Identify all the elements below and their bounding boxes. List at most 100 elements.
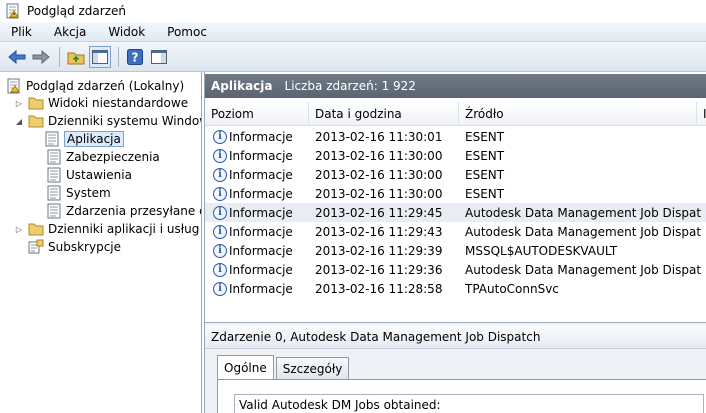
level-cell: i Informacje xyxy=(213,241,309,260)
log-icon xyxy=(47,203,61,219)
tree-log-system[interactable]: System xyxy=(46,184,111,202)
date-cell: 2013-02-16 11:29:36 xyxy=(315,262,443,277)
expand-icon[interactable]: ▷ xyxy=(14,224,24,234)
pane-title: Aplikacja xyxy=(211,79,273,93)
results-pane: Aplikacja Liczba zdarzeń: 1 922 Poziom D… xyxy=(204,72,706,413)
show-hide-tree-button[interactable] xyxy=(89,45,111,68)
table-row[interactable]: i Informacje 2013-02-16 11:29:39 MSSQL$AUTO… xyxy=(205,241,706,260)
info-icon: i xyxy=(213,167,227,182)
level-cell: i Informacje xyxy=(213,165,309,184)
source-cell: ESENT xyxy=(465,186,505,201)
event-viewer-icon xyxy=(7,78,20,94)
show-hide-action-pane-button[interactable] xyxy=(148,46,170,68)
info-icon: i xyxy=(213,224,227,239)
level-cell: i Informacje xyxy=(213,184,309,203)
level-cell: i Informacje xyxy=(213,203,309,222)
tree-app-logs[interactable]: ▷ Dzienniki aplikacji i usług xyxy=(14,220,199,238)
source-cell: Autodesk Data Management Job Dispatch xyxy=(465,205,701,220)
event-details-pane: Zdarzenie 0, Autodesk Data Management Jo… xyxy=(205,322,706,413)
level-text: Informacje xyxy=(229,281,293,296)
title-bar: Podgląd zdarzeń xyxy=(0,0,706,22)
date-cell: 2013-02-16 11:30:01 xyxy=(315,129,443,144)
help-button[interactable]: ? xyxy=(124,46,146,68)
tree-subscriptions[interactable]: Subskrypcje xyxy=(28,238,121,256)
console-tree: Podgląd zdarzeń (Lokalny) ▷ Widoki niest… xyxy=(0,72,202,413)
window-title: Podgląd zdarzeń xyxy=(27,4,126,18)
info-icon: i xyxy=(213,281,227,296)
column-header-level[interactable]: Poziom xyxy=(205,102,309,126)
table-row[interactable]: i Informacje 2013-02-16 11:30:00 ESENT xyxy=(205,165,706,184)
table-row[interactable]: i Informacje 2013-02-16 11:29:45 Autodesk D… xyxy=(205,203,706,222)
level-text: Informacje xyxy=(229,224,293,239)
folder-icon xyxy=(28,115,44,128)
source-cell: TPAutoConnSvc xyxy=(465,281,559,296)
log-icon xyxy=(47,149,61,165)
date-cell: 2013-02-16 11:30:00 xyxy=(315,186,443,201)
table-row[interactable]: i Informacje 2013-02-16 11:29:43 Autodesk D… xyxy=(205,222,706,241)
help-icon: ? xyxy=(127,48,143,65)
tree-log-security[interactable]: Zabezpieczenia xyxy=(46,148,160,166)
source-cell: MSSQL$AUTODESKVAULT xyxy=(465,243,618,258)
date-cell: 2013-02-16 11:29:39 xyxy=(315,243,443,258)
info-icon: i xyxy=(213,186,227,201)
date-cell: 2013-02-16 11:30:00 xyxy=(315,148,443,163)
level-cell: i Informacje xyxy=(213,260,309,279)
tab-details[interactable]: Szczegóły xyxy=(275,357,350,379)
tree-custom-views[interactable]: ▷ Widoki niestandardowe xyxy=(14,94,188,112)
table-row[interactable]: i Informacje 2013-02-16 11:30:00 ESENT xyxy=(205,146,706,165)
console-tree-icon xyxy=(92,49,108,64)
menu-view[interactable]: Widok xyxy=(105,24,148,40)
info-icon: i xyxy=(213,129,227,144)
table-row[interactable]: i Informacje 2013-02-16 11:28:58 TPAutoConn… xyxy=(205,279,706,298)
menu-bar: Plik Akcja Widok Pomoc xyxy=(0,22,706,42)
toolbar: ? xyxy=(0,42,706,72)
log-icon xyxy=(45,131,59,147)
menu-help[interactable]: Pomoc xyxy=(164,24,210,40)
level-text: Informacje xyxy=(229,148,293,163)
date-cell: 2013-02-16 11:28:58 xyxy=(315,281,443,296)
up-folder-button[interactable] xyxy=(65,46,87,68)
event-count: Liczba zdarzeń: 1 922 xyxy=(284,79,416,93)
collapse-icon[interactable]: ◢ xyxy=(14,116,24,126)
column-header-id[interactable]: I xyxy=(697,102,706,126)
forward-button[interactable] xyxy=(30,46,52,68)
table-row[interactable]: i Informacje 2013-02-16 11:30:01 ESENT xyxy=(205,127,706,146)
menu-action[interactable]: Akcja xyxy=(51,24,89,40)
level-cell: i Informacje xyxy=(213,146,309,165)
level-text: Informacje xyxy=(229,167,293,182)
info-icon: i xyxy=(213,262,227,277)
tree-log-setup[interactable]: Ustawienia xyxy=(46,166,132,184)
grid-header: Poziom Data i godzina Źródło I xyxy=(205,102,706,126)
event-description[interactable]: Valid Autodesk DM Jobs obtained: xyxy=(234,394,704,413)
event-viewer-icon xyxy=(5,3,21,19)
pane-header: Aplikacja Liczba zdarzeń: 1 922 xyxy=(205,74,706,98)
tree-log-forwarded[interactable]: Zdarzenia przesyłane dale xyxy=(46,202,201,220)
level-cell: i Informacje xyxy=(213,127,309,146)
events-grid: Poziom Data i godzina Źródło I i Informac… xyxy=(205,102,706,322)
info-icon: i xyxy=(213,243,227,258)
date-cell: 2013-02-16 11:29:43 xyxy=(315,224,443,239)
details-tabs: Ogólne Szczegóły xyxy=(217,355,351,379)
tab-general[interactable]: Ogólne xyxy=(217,355,274,379)
expand-icon[interactable]: ▷ xyxy=(14,98,24,108)
menu-file[interactable]: Plik xyxy=(8,24,35,40)
table-row[interactable]: i Informacje 2013-02-16 11:30:00 ESENT xyxy=(205,184,706,203)
toolbar-separator xyxy=(59,46,60,67)
table-row[interactable]: i Informacje 2013-02-16 11:29:36 Autodesk D… xyxy=(205,260,706,279)
tree-root[interactable]: Podgląd zdarzeń (Lokalny) xyxy=(6,77,184,95)
level-text: Informacje xyxy=(229,129,293,144)
source-cell: ESENT xyxy=(465,129,505,144)
arrow-left-icon xyxy=(8,49,26,64)
subscriptions-icon xyxy=(28,239,44,254)
column-header-date[interactable]: Data i godzina xyxy=(309,102,459,126)
info-icon: i xyxy=(213,148,227,163)
source-cell: Autodesk Data Management Job Dispatch xyxy=(465,224,701,239)
back-button[interactable] xyxy=(6,46,28,68)
log-icon xyxy=(47,185,61,201)
tree-windows-logs[interactable]: ◢ Dzienniki systemu Windows xyxy=(14,112,201,130)
svg-text:?: ? xyxy=(132,50,139,64)
tree-log-application[interactable]: Aplikacja xyxy=(44,130,124,148)
folder-icon xyxy=(28,223,44,236)
column-header-source[interactable]: Źródło xyxy=(459,102,697,126)
level-cell: i Informacje xyxy=(213,222,309,241)
